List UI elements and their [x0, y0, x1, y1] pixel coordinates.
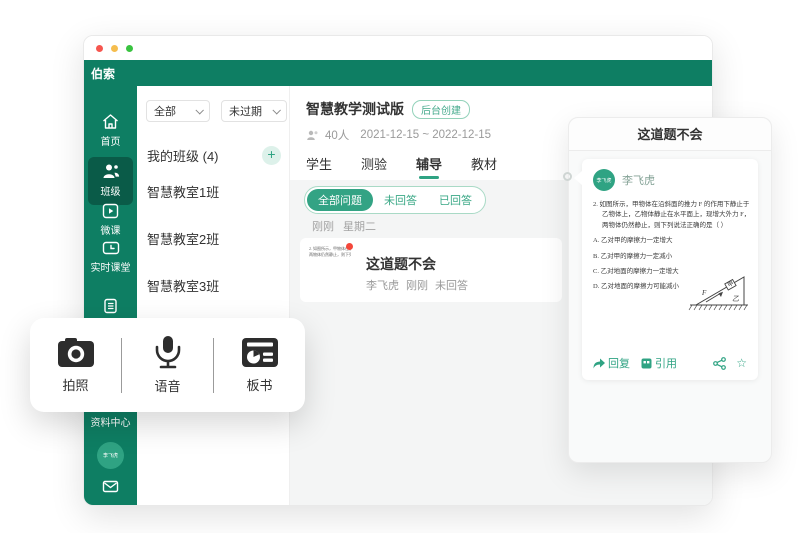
traffic-lights: [96, 44, 133, 52]
quote-icon: [641, 358, 652, 368]
notebook-icon: [104, 298, 117, 314]
incline-diagram: 甲 F 乙: [688, 276, 748, 311]
tab-students[interactable]: 学生: [306, 154, 332, 182]
chevron-down-icon: [272, 106, 281, 115]
popup-title: 这道题不会: [569, 118, 771, 151]
reply-button[interactable]: 回复: [593, 355, 630, 371]
add-class-button[interactable]: +: [262, 146, 281, 165]
sidebar-item-label: 班级: [100, 187, 121, 198]
favorite-star-icon[interactable]: ☆: [736, 356, 747, 370]
answer-toolbar: 拍照 语音 板书: [30, 318, 305, 412]
sidebar-item-class[interactable]: 班级: [88, 157, 133, 205]
dropdown-value: 未过期: [229, 106, 262, 118]
whiteboard-tool-label: 板书: [246, 377, 273, 393]
student-avatar: 李飞虎: [593, 169, 615, 191]
user-avatar[interactable]: 李飞虎: [97, 442, 124, 469]
timeline-anchor-dot: [563, 172, 572, 181]
tab-tutoring[interactable]: 辅导: [416, 154, 442, 182]
stem-line: 2. 如图所示，甲物体在沿斜面的推力 F 的作用下静止于: [593, 201, 750, 208]
filter-dropdown-expiry[interactable]: 未过期: [221, 100, 287, 122]
chevron-down-icon: [195, 106, 204, 115]
sidebar-item-live-classroom[interactable]: 实时课堂: [84, 241, 137, 274]
filter-dropdown-type[interactable]: 全部: [146, 100, 210, 122]
question-filter-pills: 全部问题 未回答 已回答: [304, 186, 486, 214]
thumb-text: 两物体仍然静止，则下列说法正确的是（ ）: [309, 252, 351, 258]
class-people-icon: [103, 164, 119, 178]
envelope-icon: [102, 480, 119, 493]
zoom-window-icon[interactable]: [126, 44, 133, 52]
sidebar: 首页 班级 微课 实时课堂 资料中心 李飞虎: [84, 86, 137, 505]
video-lesson-icon: [102, 203, 119, 219]
question-author: 李飞虎: [366, 280, 399, 292]
reply-label: 回复: [608, 358, 630, 370]
stem-line: 两物体仍然静止，则下列说法正确的是（ ）: [602, 221, 728, 229]
course-title: 智慧教学测试版: [306, 101, 404, 117]
app-header-bar: 伯索: [84, 60, 712, 86]
class-group-title: 我的班级 (4): [147, 149, 219, 164]
close-window-icon[interactable]: [96, 44, 103, 52]
option-b: B. 乙对甲的摩擦力一定减小: [593, 252, 673, 260]
question-card[interactable]: 2. 如图所示，甲物体在沿斜面的推力 F 的作用下静止于 两物体仍然静止，则下列…: [300, 238, 562, 302]
quote-button[interactable]: 引用: [641, 355, 677, 371]
timeline-just-now: 刚刚: [312, 221, 334, 233]
quote-label: 引用: [655, 358, 677, 370]
pill-unanswered[interactable]: 未回答: [373, 189, 428, 211]
share-icon[interactable]: [713, 356, 727, 370]
sidebar-item-microlesson[interactable]: 微课: [84, 203, 137, 237]
unread-dot: [346, 243, 353, 250]
whiteboard-icon: [241, 337, 278, 367]
pill-all-questions[interactable]: 全部问题: [307, 189, 373, 211]
course-date-range: 2021-12-15 ~ 2022-12-15: [360, 129, 492, 141]
question-card-title: 这道题不会: [366, 256, 436, 272]
whiteboard-tool[interactable]: 板书: [214, 337, 305, 394]
sidebar-item-label: 资料中心: [90, 418, 131, 429]
question-time: 刚刚: [406, 280, 428, 292]
class-list-item[interactable]: 智慧教室1班: [147, 182, 219, 201]
tab-materials[interactable]: 教材: [471, 154, 497, 182]
diagram-force-label: F: [701, 289, 707, 297]
avatar-text: 李飞虎: [596, 177, 612, 184]
class-list-item[interactable]: 智慧教室3班: [147, 276, 219, 295]
dropdown-value: 全部: [154, 106, 176, 118]
photo-tool-label: 拍照: [62, 377, 89, 393]
member-count: 40人: [325, 130, 350, 142]
class-list-item[interactable]: 智慧教室2班: [147, 229, 219, 248]
pill-answered[interactable]: 已回答: [428, 189, 483, 211]
class-list-panel: 全部 未过期 我的班级 (4) + 智慧教室1班 智慧教室2班 智慧教室3班: [137, 86, 290, 505]
members-icon: [307, 130, 318, 140]
question-bubble: 李飞虎 李飞虎 2. 如图所示，甲物体在沿斜面的推力 F 的作用下静止于 乙物体…: [574, 159, 758, 380]
avatar-text: 李飞虎: [102, 453, 118, 459]
window-titlebar: [84, 36, 712, 60]
question-detail-popup: 这道题不会 李飞虎 李飞虎 2. 如图所示，甲物体在沿斜面的推力 F 的作用下静…: [568, 117, 772, 463]
photo-tool[interactable]: 拍照: [30, 337, 121, 394]
live-classroom-icon: [102, 241, 119, 255]
sidebar-item-notebook[interactable]: [84, 298, 137, 317]
course-badge: 后台创建: [412, 99, 470, 119]
voice-tool-label: 语音: [154, 379, 181, 394]
sidebar-item-label: 实时课堂: [90, 263, 131, 274]
sidebar-item-label: 首页: [100, 137, 121, 148]
timeline-labels: 刚刚 星期二: [312, 218, 376, 234]
camera-icon: [57, 337, 94, 367]
home-icon: [103, 114, 118, 129]
minimize-window-icon[interactable]: [111, 44, 118, 52]
question-status: 未回答: [435, 280, 468, 292]
microphone-icon: [155, 336, 180, 369]
sidebar-item-label: 微课: [100, 226, 121, 237]
sidebar-item-resource-center[interactable]: 资料中心: [84, 414, 137, 429]
diagram-wedge-label: 乙: [732, 295, 739, 303]
stem-line: 乙物体上，乙物体静止在水平面上，现增大外力 F，: [602, 211, 751, 219]
sidebar-item-home[interactable]: 首页: [84, 113, 137, 148]
tab-quizzes[interactable]: 测验: [361, 154, 387, 182]
reply-icon: [593, 358, 605, 368]
timeline-tuesday: 星期二: [343, 221, 376, 233]
student-name: 李飞虎: [622, 175, 655, 187]
sidebar-item-messages[interactable]: [84, 480, 137, 493]
option-a: A. 乙对甲的摩擦力一定增大: [593, 237, 673, 245]
question-thumbnail: 2. 如图所示，甲物体在沿斜面的推力 F 的作用下静止于 两物体仍然静止，则下列…: [309, 246, 351, 272]
voice-tool[interactable]: 语音: [122, 335, 213, 395]
app-title: 伯索: [91, 66, 116, 81]
